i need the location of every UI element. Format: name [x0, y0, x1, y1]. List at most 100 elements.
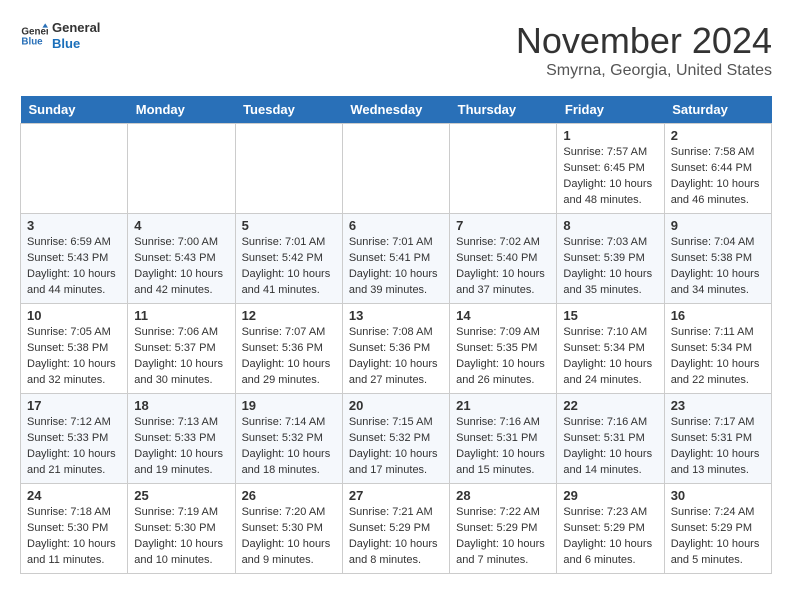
calendar-cell: 16 Sunrise: 7:11 AM Sunset: 5:34 PM Dayli…: [664, 304, 771, 394]
day-info: Sunrise: 7:01 AM Sunset: 5:42 PM Dayligh…: [242, 235, 336, 299]
calendar-week-4: 17 Sunrise: 7:12 AM Sunset: 5:33 PM Dayli…: [21, 394, 772, 484]
day-number: 21: [456, 398, 550, 413]
day-info: Sunrise: 7:00 AM Sunset: 5:43 PM Dayligh…: [134, 235, 228, 299]
calendar-cell: 10 Sunrise: 7:05 AM Sunset: 5:38 PM Dayli…: [21, 304, 128, 394]
calendar-cell: 8Sunrise: 7:03 AM Sunset: 5:39 PM Daylig…: [557, 214, 664, 304]
calendar-cell: 11 Sunrise: 7:06 AM Sunset: 5:37 PM Dayli…: [128, 304, 235, 394]
calendar-cell: [21, 124, 128, 214]
calendar-cell: 22 Sunrise: 7:16 AM Sunset: 5:31 PM Dayli…: [557, 394, 664, 484]
day-info: Sunrise: 7:18 AM Sunset: 5:30 PM Dayligh…: [27, 505, 121, 569]
calendar-week-3: 10 Sunrise: 7:05 AM Sunset: 5:38 PM Dayli…: [21, 304, 772, 394]
weekday-header-saturday: Saturday: [664, 96, 771, 124]
day-info: Sunrise: 7:05 AM Sunset: 5:38 PM Dayligh…: [27, 325, 121, 389]
day-number: 14: [456, 308, 550, 323]
day-info: Sunrise: 7:06 AM Sunset: 5:37 PM Dayligh…: [134, 325, 228, 389]
day-number: 12: [242, 308, 336, 323]
logo-text: General Blue: [52, 20, 100, 51]
day-number: 26: [242, 488, 336, 503]
day-number: 2: [671, 128, 765, 143]
calendar-cell: 12 Sunrise: 7:07 AM Sunset: 5:36 PM Dayli…: [235, 304, 342, 394]
day-info: Sunrise: 7:11 AM Sunset: 5:34 PM Dayligh…: [671, 325, 765, 389]
day-info: Sunrise: 7:23 AM Sunset: 5:29 PM Dayligh…: [563, 505, 657, 569]
weekday-header-thursday: Thursday: [450, 96, 557, 124]
day-number: 22: [563, 398, 657, 413]
day-number: 6: [349, 218, 443, 233]
weekday-header-friday: Friday: [557, 96, 664, 124]
calendar-week-1: 1 Sunrise: 7:57 AM Sunset: 6:45 PM Daylig…: [21, 124, 772, 214]
calendar-cell: 7 Sunrise: 7:02 AM Sunset: 5:40 PM Daylig…: [450, 214, 557, 304]
day-number: 9: [671, 218, 765, 233]
logo-line1: General: [52, 20, 100, 36]
day-info: Sunrise: 7:12 AM Sunset: 5:33 PM Dayligh…: [27, 415, 121, 479]
calendar-week-5: 24 Sunrise: 7:18 AM Sunset: 5:30 PM Dayli…: [21, 484, 772, 574]
day-info: Sunrise: 7:03 AM Sunset: 5:39 PM Dayligh…: [563, 235, 657, 299]
day-number: 16: [671, 308, 765, 323]
day-info: Sunrise: 7:57 AM Sunset: 6:45 PM Dayligh…: [563, 145, 657, 209]
logo: General Blue General Blue: [20, 20, 100, 51]
day-number: 30: [671, 488, 765, 503]
calendar-cell: [342, 124, 449, 214]
day-number: 17: [27, 398, 121, 413]
calendar-cell: 28 Sunrise: 7:22 AM Sunset: 5:29 PM Dayli…: [450, 484, 557, 574]
day-number: 27: [349, 488, 443, 503]
day-info: Sunrise: 7:17 AM Sunset: 5:31 PM Dayligh…: [671, 415, 765, 479]
day-number: 7: [456, 218, 550, 233]
calendar-cell: 30Sunrise: 7:24 AM Sunset: 5:29 PM Dayli…: [664, 484, 771, 574]
calendar-cell: 19 Sunrise: 7:14 AM Sunset: 5:32 PM Dayli…: [235, 394, 342, 484]
day-number: 28: [456, 488, 550, 503]
day-info: Sunrise: 7:16 AM Sunset: 5:31 PM Dayligh…: [563, 415, 657, 479]
day-info: Sunrise: 7:07 AM Sunset: 5:36 PM Dayligh…: [242, 325, 336, 389]
day-info: Sunrise: 7:02 AM Sunset: 5:40 PM Dayligh…: [456, 235, 550, 299]
calendar-cell: 13Sunrise: 7:08 AM Sunset: 5:36 PM Dayli…: [342, 304, 449, 394]
day-number: 24: [27, 488, 121, 503]
day-number: 3: [27, 218, 121, 233]
logo-line2: Blue: [52, 36, 100, 52]
weekday-header-tuesday: Tuesday: [235, 96, 342, 124]
location-title: Smyrna, Georgia, United States: [516, 62, 772, 80]
day-number: 11: [134, 308, 228, 323]
calendar-week-2: 3 Sunrise: 6:59 AM Sunset: 5:43 PM Daylig…: [21, 214, 772, 304]
calendar-cell: 27 Sunrise: 7:21 AM Sunset: 5:29 PM Dayli…: [342, 484, 449, 574]
svg-text:Blue: Blue: [21, 36, 43, 47]
day-number: 19: [242, 398, 336, 413]
month-title: November 2024: [516, 20, 772, 62]
day-number: 29: [563, 488, 657, 503]
day-number: 5: [242, 218, 336, 233]
day-number: 23: [671, 398, 765, 413]
day-info: Sunrise: 7:58 AM Sunset: 6:44 PM Dayligh…: [671, 145, 765, 209]
day-info: Sunrise: 6:59 AM Sunset: 5:43 PM Dayligh…: [27, 235, 121, 299]
calendar-cell: 2 Sunrise: 7:58 AM Sunset: 6:44 PM Daylig…: [664, 124, 771, 214]
day-number: 20: [349, 398, 443, 413]
title-section: November 2024 Smyrna, Georgia, United St…: [516, 20, 772, 80]
calendar-cell: 26 Sunrise: 7:20 AM Sunset: 5:30 PM Dayli…: [235, 484, 342, 574]
day-number: 18: [134, 398, 228, 413]
weekday-header-monday: Monday: [128, 96, 235, 124]
day-number: 15: [563, 308, 657, 323]
day-info: Sunrise: 7:21 AM Sunset: 5:29 PM Dayligh…: [349, 505, 443, 569]
calendar-cell: 3 Sunrise: 6:59 AM Sunset: 5:43 PM Daylig…: [21, 214, 128, 304]
day-info: Sunrise: 7:13 AM Sunset: 5:33 PM Dayligh…: [134, 415, 228, 479]
day-number: 1: [563, 128, 657, 143]
calendar-cell: 24 Sunrise: 7:18 AM Sunset: 5:30 PM Dayli…: [21, 484, 128, 574]
day-number: 4: [134, 218, 228, 233]
calendar-cell: 29 Sunrise: 7:23 AM Sunset: 5:29 PM Dayli…: [557, 484, 664, 574]
day-number: 13: [349, 308, 443, 323]
day-info: Sunrise: 7:20 AM Sunset: 5:30 PM Dayligh…: [242, 505, 336, 569]
day-info: Sunrise: 7:22 AM Sunset: 5:29 PM Dayligh…: [456, 505, 550, 569]
day-info: Sunrise: 7:09 AM Sunset: 5:35 PM Dayligh…: [456, 325, 550, 389]
day-number: 10: [27, 308, 121, 323]
day-info: Sunrise: 7:14 AM Sunset: 5:32 PM Dayligh…: [242, 415, 336, 479]
calendar-cell: 6Sunrise: 7:01 AM Sunset: 5:41 PM Daylig…: [342, 214, 449, 304]
calendar-cell: 4 Sunrise: 7:00 AM Sunset: 5:43 PM Daylig…: [128, 214, 235, 304]
day-info: Sunrise: 7:15 AM Sunset: 5:32 PM Dayligh…: [349, 415, 443, 479]
calendar-cell: 20 Sunrise: 7:15 AM Sunset: 5:32 PM Dayli…: [342, 394, 449, 484]
logo-icon: General Blue: [20, 22, 48, 50]
day-info: Sunrise: 7:10 AM Sunset: 5:34 PM Dayligh…: [563, 325, 657, 389]
calendar-cell: 1 Sunrise: 7:57 AM Sunset: 6:45 PM Daylig…: [557, 124, 664, 214]
calendar-cell: 25Sunrise: 7:19 AM Sunset: 5:30 PM Dayli…: [128, 484, 235, 574]
weekday-header-row: SundayMondayTuesdayWednesdayThursdayFrid…: [21, 96, 772, 124]
calendar-cell: 5 Sunrise: 7:01 AM Sunset: 5:42 PM Daylig…: [235, 214, 342, 304]
calendar-cell: [450, 124, 557, 214]
calendar-cell: 17 Sunrise: 7:12 AM Sunset: 5:33 PM Dayli…: [21, 394, 128, 484]
calendar-cell: [235, 124, 342, 214]
